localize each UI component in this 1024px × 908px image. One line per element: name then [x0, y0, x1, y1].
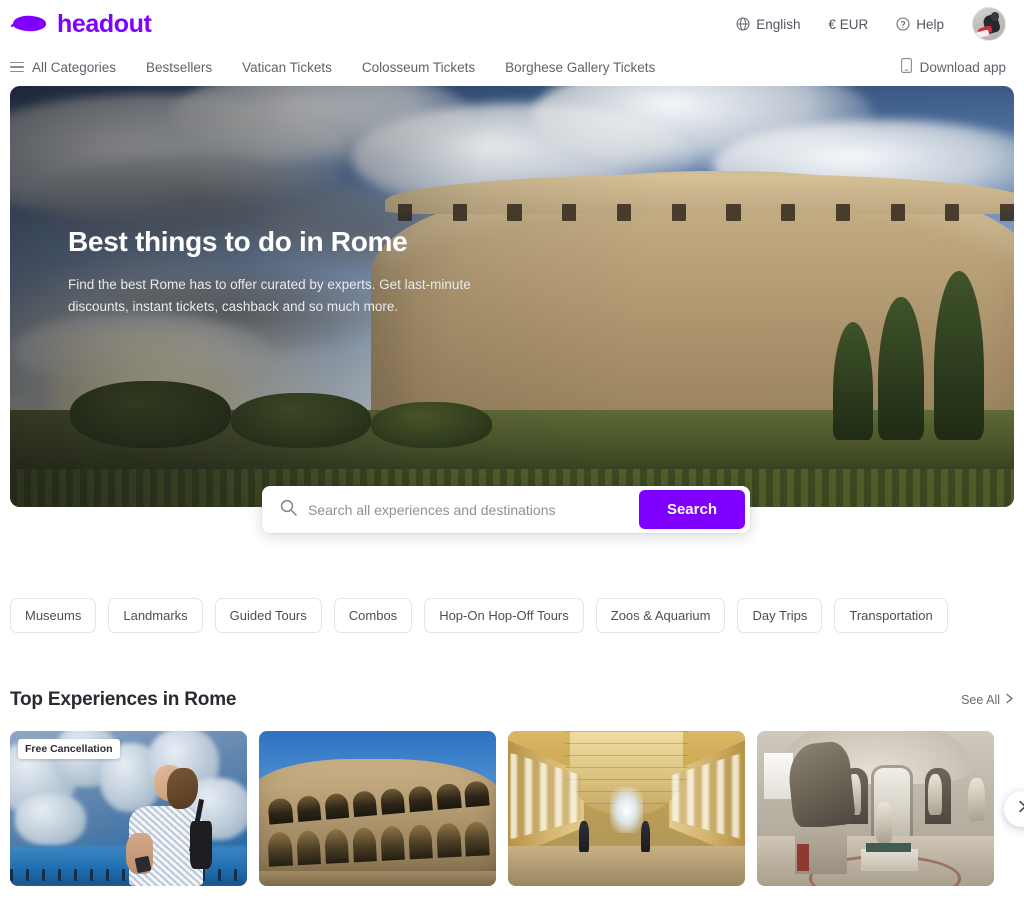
colosseum-photo: [259, 731, 496, 886]
help-circle-icon: [896, 17, 910, 31]
download-app-label: Download app: [919, 59, 1006, 75]
download-app-link[interactable]: Download app: [900, 58, 1006, 76]
nav-item-label: Borghese Gallery Tickets: [505, 59, 656, 75]
language-label: English: [756, 16, 801, 32]
person-figure: [124, 765, 214, 886]
chip-hop-on-hop-off-tours[interactable]: Hop-On Hop-Off Tours: [424, 598, 584, 633]
card-image: [259, 731, 496, 886]
top-experiences-carousel: Free Cancellation: [0, 731, 1024, 886]
see-all-link[interactable]: See All: [961, 693, 1014, 707]
category-chips: Museums Landmarks Guided Tours Combos Ho…: [0, 598, 1024, 633]
globe-icon: [736, 17, 750, 31]
chip-guided-tours[interactable]: Guided Tours: [214, 598, 322, 633]
hero-banner: Best things to do in Rome Find the best …: [10, 86, 1014, 507]
card-image: [508, 731, 745, 886]
hero-title: Best things to do in Rome: [68, 226, 408, 257]
avatar-head: [990, 12, 1000, 21]
chip-landmarks[interactable]: Landmarks: [108, 598, 203, 633]
hero-section: Best things to do in Rome Find the best …: [0, 86, 1024, 507]
experience-card[interactable]: [757, 731, 994, 886]
help-label: Help: [916, 16, 944, 32]
brand-name: headout: [57, 9, 152, 38]
nav-item-borghese-gallery-tickets[interactable]: Borghese Gallery Tickets: [505, 60, 655, 75]
borghese-hall-photo: [757, 731, 994, 886]
card-image: Free Cancellation: [10, 731, 247, 886]
header-actions: English € EUR Help: [736, 7, 1006, 41]
card-image: [757, 731, 994, 886]
nav-item-colosseum-tickets[interactable]: Colosseum Tickets: [362, 60, 475, 75]
language-selector[interactable]: English: [736, 17, 800, 32]
currency-label: € EUR: [828, 16, 869, 32]
chip-zoos-aquarium[interactable]: Zoos & Aquarium: [595, 598, 726, 633]
brand-logo[interactable]: headout: [10, 9, 152, 38]
vatican-corridor-photo: [508, 731, 745, 886]
nav-all-categories-label: All Categories: [32, 59, 117, 75]
see-all-label: See All: [961, 693, 1000, 707]
hero-subtitle: Find the best Rome has to offer curated …: [68, 277, 471, 314]
top-header: headout English € EUR Help: [0, 0, 1024, 48]
hero-copy: Best things to do in Rome Find the best …: [68, 226, 508, 318]
chevron-right-icon: [1017, 800, 1024, 818]
page-title: Top Experiences in Rome: [10, 689, 237, 710]
help-link[interactable]: Help: [896, 17, 944, 32]
hamburger-icon: [10, 61, 24, 73]
chevron-right-icon: [1005, 693, 1014, 707]
nav-item-vatican-tickets[interactable]: Vatican Tickets: [242, 60, 332, 75]
nav-item-bestsellers[interactable]: Bestsellers: [146, 60, 212, 75]
nav-item-label: Bestsellers: [146, 59, 213, 75]
nav-item-label: Vatican Tickets: [242, 59, 332, 75]
search-icon: [280, 499, 297, 521]
search-bar: Search: [262, 486, 750, 533]
nav-item-label: Colosseum Tickets: [361, 59, 476, 75]
search-button[interactable]: Search: [638, 490, 745, 529]
category-nav: All Categories Bestsellers Vatican Ticke…: [0, 48, 1024, 86]
currency-selector[interactable]: € EUR: [828, 17, 868, 32]
status-badge: Free Cancellation: [18, 739, 120, 759]
nav-all-categories[interactable]: All Categories: [10, 60, 116, 75]
experience-card[interactable]: [508, 731, 745, 886]
avatar[interactable]: [972, 7, 1006, 41]
headout-logo-icon: [10, 13, 50, 35]
top-experiences-header: Top Experiences in Rome See All: [0, 689, 1024, 711]
chip-day-trips[interactable]: Day Trips: [737, 598, 823, 633]
carousel-next-button[interactable]: [1004, 790, 1024, 827]
chip-museums[interactable]: Museums: [10, 598, 97, 633]
experience-card[interactable]: [259, 731, 496, 886]
chip-combos[interactable]: Combos: [333, 598, 413, 633]
experience-card[interactable]: Free Cancellation: [10, 731, 247, 886]
chip-transportation[interactable]: Transportation: [834, 598, 948, 633]
mobile-phone-icon: [900, 58, 912, 76]
search-input[interactable]: [308, 501, 639, 518]
